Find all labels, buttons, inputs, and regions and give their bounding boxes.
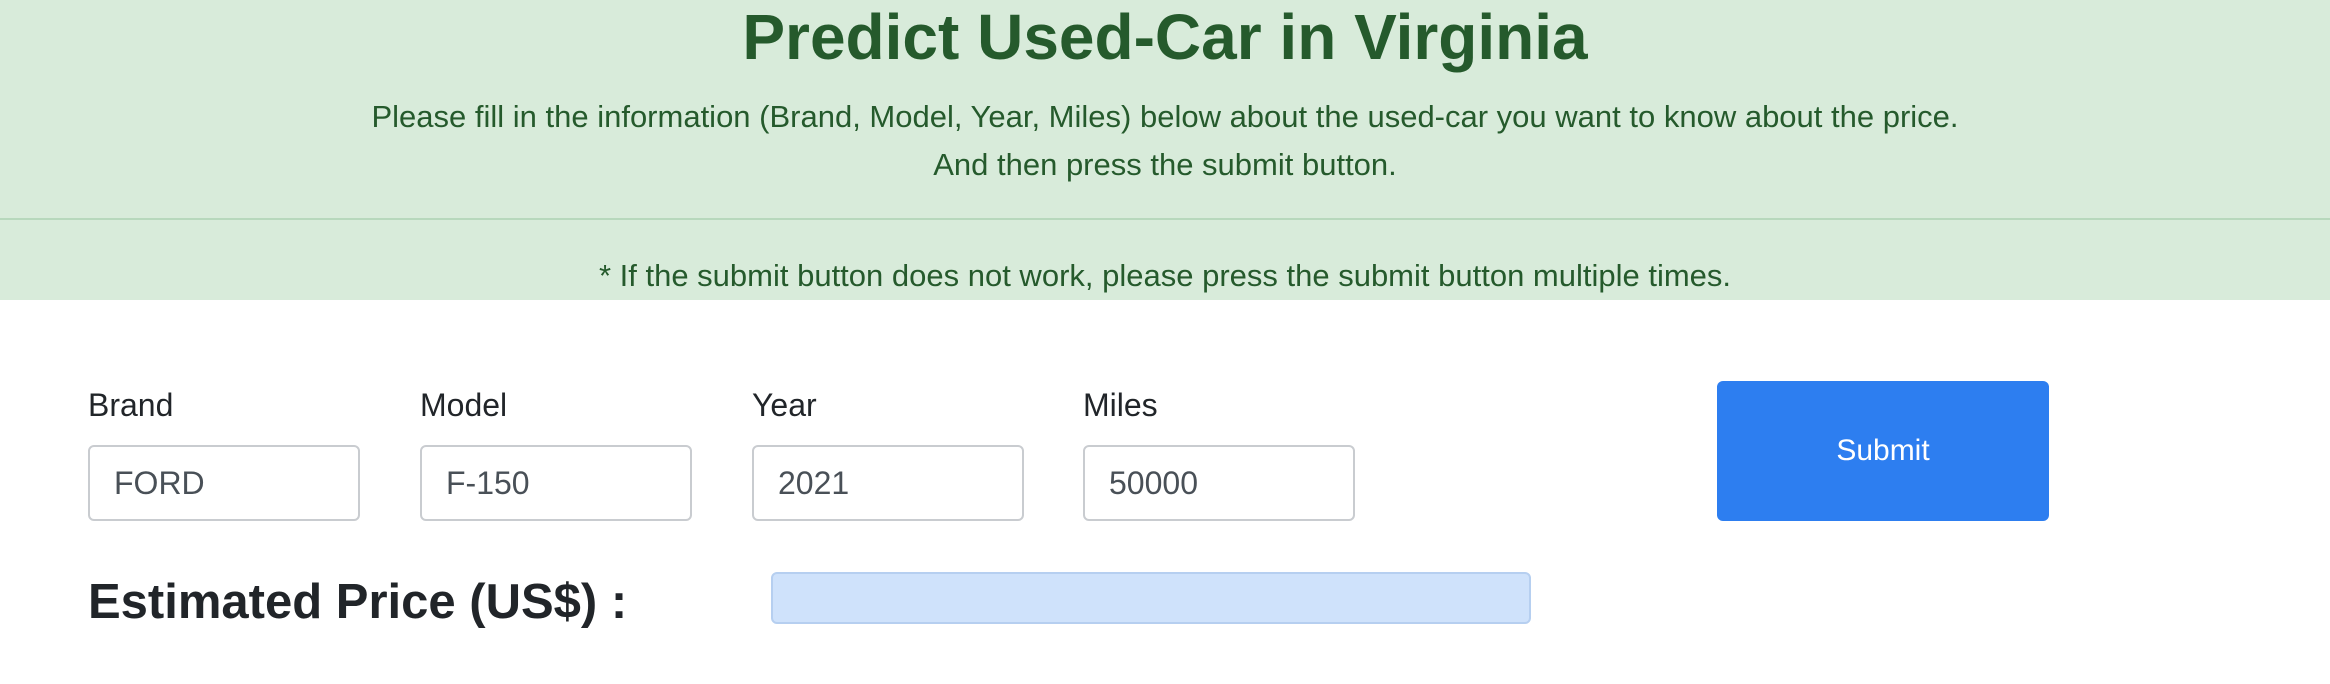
year-label: Year [752, 387, 817, 423]
miles-field-group: Miles [1083, 385, 1355, 521]
submit-note: * If the submit button does not work, pl… [598, 258, 1732, 293]
description-line-1: Please fill in the information (Brand, M… [371, 99, 1959, 134]
year-field-group: Year [752, 385, 1024, 521]
brand-label: Brand [88, 387, 174, 423]
header-divider [0, 218, 2330, 220]
brand-field-group: Brand [88, 385, 360, 521]
miles-input[interactable] [1083, 445, 1355, 521]
estimated-price-output [771, 572, 1531, 624]
brand-input[interactable] [88, 445, 360, 521]
page-title: Predict Used-Car in Virginia [742, 1, 1588, 73]
page-description: Please fill in the information (Brand, M… [0, 93, 2330, 189]
description-line-2: And then press the submit button. [933, 147, 1397, 182]
model-field-group: Model [420, 385, 692, 521]
year-input[interactable] [752, 445, 1024, 521]
submit-button[interactable]: Submit [1717, 381, 2049, 521]
estimated-price-label: Estimated Price (US$) : [88, 575, 628, 629]
model-input[interactable] [420, 445, 692, 521]
miles-label: Miles [1083, 387, 1158, 423]
model-label: Model [420, 387, 508, 423]
header-banner: Predict Used-Car in Virginia Please fill… [0, 0, 2330, 300]
